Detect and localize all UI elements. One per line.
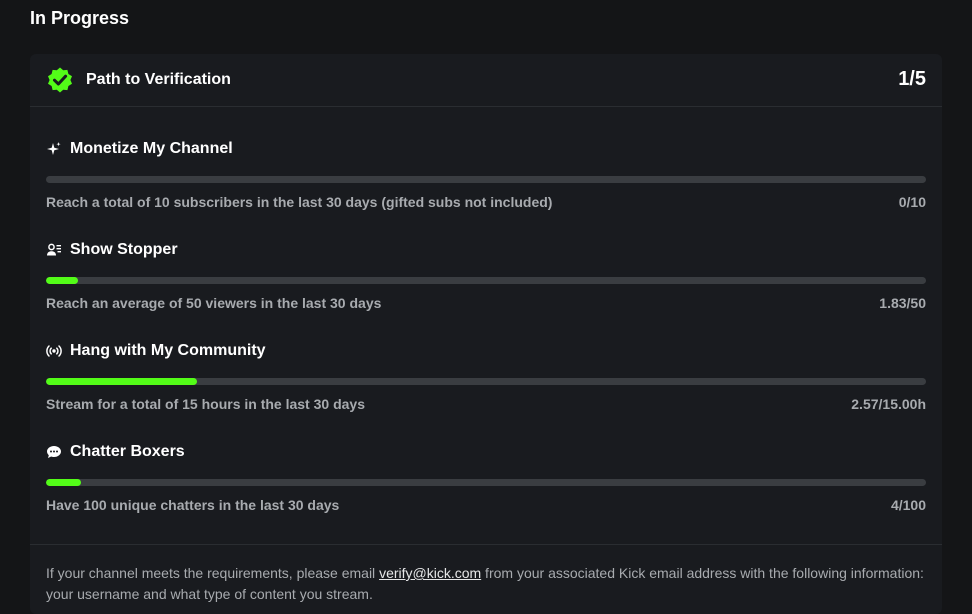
progress-track bbox=[46, 176, 926, 183]
completed-count: 1/5 bbox=[898, 68, 926, 90]
task-title: Show Stopper bbox=[70, 241, 178, 258]
progress-fill bbox=[46, 378, 197, 385]
progress-track bbox=[46, 479, 926, 486]
users-icon bbox=[47, 243, 61, 256]
task-progress-value: 1.83/50 bbox=[879, 295, 926, 311]
task-chatter-boxers: Chatter Boxers Have 100 unique chatters … bbox=[46, 441, 926, 513]
card-title: Path to Verification bbox=[86, 71, 231, 88]
progress-fill bbox=[46, 479, 82, 486]
task-description: Stream for a total of 15 hours in the la… bbox=[46, 396, 365, 412]
verified-badge-icon bbox=[48, 67, 72, 93]
task-description: Reach an average of 50 viewers in the la… bbox=[46, 295, 382, 311]
section-title: In Progress bbox=[30, 8, 130, 28]
chat-bubble-icon bbox=[47, 446, 61, 458]
footer-divider bbox=[30, 544, 942, 545]
task-progress-value: 4/100 bbox=[890, 497, 926, 513]
task-progress-value: 2.57/15.00h bbox=[851, 396, 926, 412]
card-header: Path to Verification 1/5 bbox=[30, 54, 942, 107]
task-title: Chatter Boxers bbox=[70, 443, 185, 460]
task-monetize: Monetize My Channel Reach a total of 10 … bbox=[46, 138, 926, 210]
task-progress-value: 0/10 bbox=[898, 194, 926, 210]
task-hang-with-community: Hang with My Community Stream for a tota… bbox=[46, 340, 926, 412]
verify-email-link[interactable]: verify@kick.com bbox=[379, 565, 481, 581]
progress-fill bbox=[46, 277, 79, 284]
verification-card: Path to Verification 1/5 Monetize My Cha… bbox=[30, 54, 942, 614]
footer-text-before: If your channel meets the requirements, … bbox=[46, 565, 380, 581]
progress-track bbox=[46, 378, 926, 385]
task-title: Monetize My Channel bbox=[70, 140, 233, 157]
task-show-stopper: Show Stopper Reach an average of 50 view… bbox=[46, 239, 926, 311]
task-description: Have 100 unique chatters in the last 30 … bbox=[46, 497, 340, 513]
task-description: Reach a total of 10 subscribers in the l… bbox=[46, 194, 553, 210]
broadcast-icon bbox=[46, 345, 62, 357]
task-title: Hang with My Community bbox=[70, 342, 266, 359]
progress-track bbox=[46, 277, 926, 284]
footer-info: If your channel meets the requirements, … bbox=[46, 563, 926, 605]
sparkle-icon bbox=[47, 142, 61, 155]
